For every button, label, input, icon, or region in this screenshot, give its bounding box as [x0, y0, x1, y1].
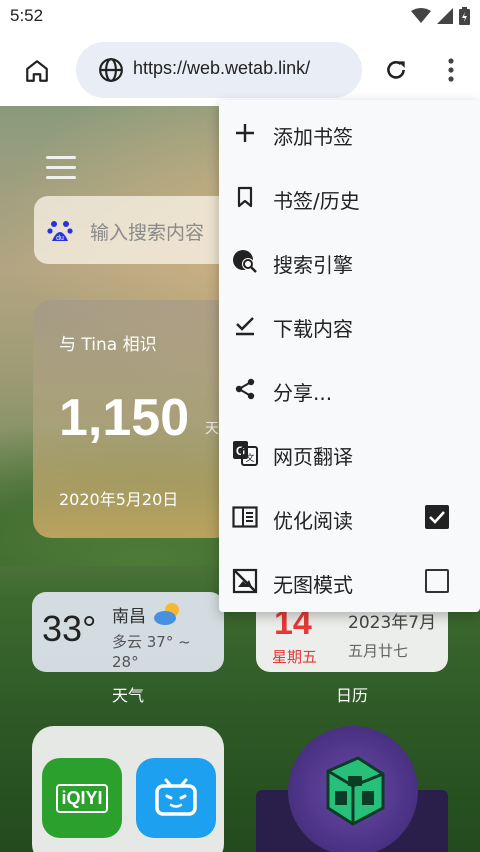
menu-item-share[interactable]: 分享...: [219, 357, 480, 421]
menu-item-label: 无图模式: [273, 573, 353, 597]
battery-icon: [459, 7, 470, 25]
svg-text:文: 文: [245, 452, 254, 464]
calendar-lunar-date: 五月廿七: [348, 642, 409, 660]
more-vert-icon: [448, 58, 454, 82]
status-icons: [411, 7, 470, 25]
search-engine-icon: [231, 247, 259, 275]
more-options-button[interactable]: [436, 54, 466, 86]
download-icon: [231, 311, 259, 339]
hamburger-menu-icon[interactable]: [46, 156, 76, 182]
partly-cloudy-icon: [154, 603, 179, 625]
weather-label: 天气: [111, 686, 144, 705]
countdown-unit: 天: [205, 421, 219, 437]
menu-item-label: 搜索引擎: [273, 253, 353, 277]
reader-mode-icon: [231, 503, 259, 531]
iqiyi-logo: iQIYI: [56, 783, 108, 813]
status-bar: 5:52: [0, 0, 480, 34]
weather-widget[interactable]: 33° 南昌 多云 37° ~ 28°: [32, 592, 224, 672]
reader-mode-checkbox[interactable]: [425, 505, 449, 529]
bilibili-tv-icon: [155, 778, 197, 816]
weather-city: 南昌: [112, 607, 146, 627]
status-time: 5:52: [10, 6, 44, 25]
calendar-label: 日历: [335, 686, 368, 705]
url-text: https://web.wetab.link/: [133, 58, 311, 78]
home-button[interactable]: [20, 54, 54, 88]
iqiyi-app-icon[interactable]: iQIYI: [42, 758, 122, 838]
countdown-title: 与 Tina 相识: [59, 335, 157, 355]
countdown-number: 1,150: [59, 389, 190, 447]
search-placeholder: 输入搜索内容: [90, 222, 205, 244]
no-image-icon: [231, 567, 259, 595]
calendar-weekday: 星期五: [272, 648, 318, 666]
menu-item-label: 下载内容: [273, 317, 353, 341]
menu-item-label: 书签/历史: [273, 189, 360, 213]
menu-item-bookmarks-history[interactable]: 书签/历史: [219, 165, 480, 229]
overflow-menu: 添加书签 书签/历史 搜索引擎 下载内容 分享... G 文 网页翻译 优化阅读…: [219, 100, 480, 612]
menu-item-add-bookmark[interactable]: 添加书签: [219, 101, 480, 165]
menu-item-label: 网页翻译: [273, 445, 353, 469]
globe-icon: [99, 58, 123, 82]
browser-toolbar: https://web.wetab.link/: [0, 34, 480, 106]
countdown-date: 2020年5月20日: [59, 490, 179, 509]
svg-text:du: du: [56, 235, 64, 242]
menu-item-reader-mode[interactable]: 优化阅读: [219, 485, 480, 549]
plus-icon: [231, 119, 259, 147]
menu-item-translate[interactable]: G 文 网页翻译: [219, 421, 480, 485]
countdown-widget[interactable]: 与 Tina 相识 1,150 天 2020年5月20日: [33, 300, 233, 538]
menu-item-label: 分享...: [273, 381, 333, 405]
menu-item-search-engine[interactable]: 搜索引擎: [219, 229, 480, 293]
home-icon: [26, 60, 48, 82]
menu-item-downloads[interactable]: 下载内容: [219, 293, 480, 357]
reload-button[interactable]: [380, 54, 412, 86]
translate-icon: G 文: [231, 439, 259, 467]
bilibili-app-icon[interactable]: [136, 758, 216, 838]
no-image-mode-checkbox[interactable]: [425, 569, 449, 593]
menu-item-no-image-mode[interactable]: 无图模式: [219, 549, 480, 613]
share-icon: [231, 375, 259, 403]
checkmark-icon: [429, 511, 445, 524]
weather-temp: 33°: [42, 608, 97, 649]
apps-widget: iQIYI: [32, 726, 224, 852]
bookmark-icon: [231, 183, 259, 211]
cube-logo-icon: [326, 756, 385, 826]
wifi-icon: [411, 8, 431, 23]
baidu-icon: du: [47, 221, 73, 242]
menu-item-label: 优化阅读: [273, 509, 353, 533]
weather-condition: 多云 37° ~ 28°: [112, 633, 191, 671]
reload-icon: [387, 61, 405, 79]
url-bar[interactable]: https://web.wetab.link/: [76, 42, 362, 98]
menu-item-label: 添加书签: [273, 125, 353, 149]
signal-icon: [437, 8, 453, 24]
